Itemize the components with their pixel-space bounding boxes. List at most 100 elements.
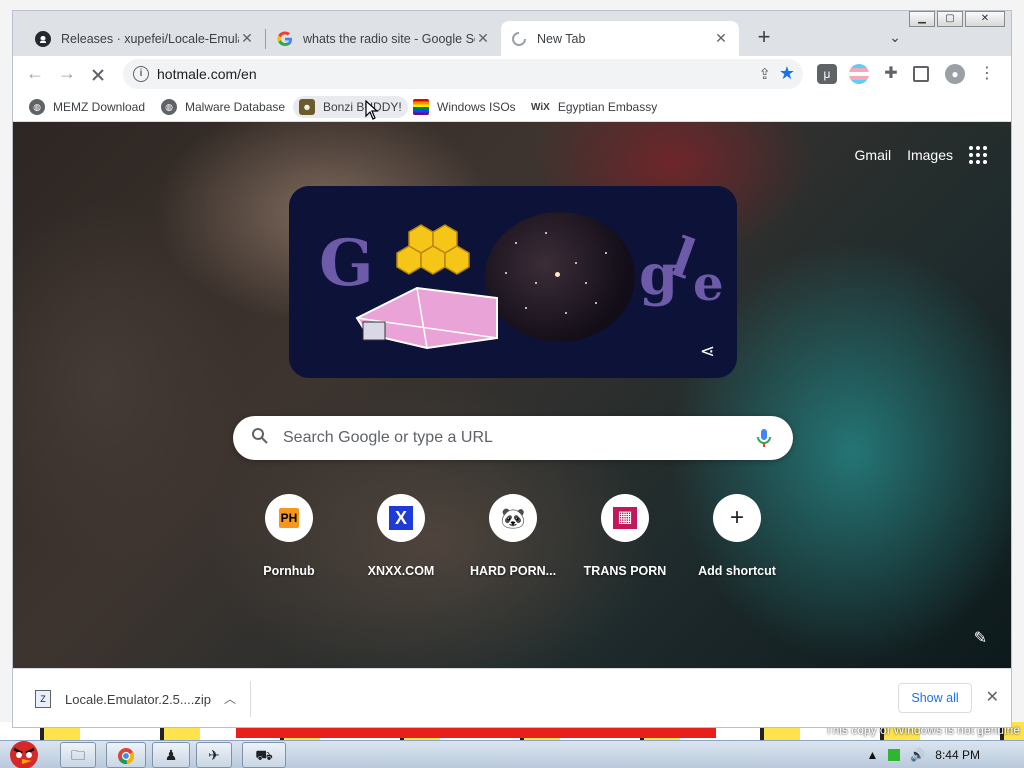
ublock-extension-icon[interactable]: μ (817, 64, 837, 84)
google-icon (277, 31, 292, 46)
shortcut-hard-porn[interactable]: 🐼 HARD PORN... (457, 494, 569, 578)
back-button[interactable]: ← (23, 62, 47, 86)
add-icon: + (713, 494, 761, 542)
taskbar-app-button[interactable]: ⛟ (242, 742, 286, 768)
bookmark-egyptian-embassy[interactable]: WiX Egyptian Embassy (525, 96, 663, 118)
side-panel-icon[interactable] (913, 66, 929, 82)
tray-app-icon[interactable] (888, 749, 901, 761)
close-tab-icon[interactable]: ✕ (713, 30, 729, 47)
zip-file-icon: Z (35, 690, 51, 708)
bookmark-memz-download[interactable]: ◍ MEMZ Download (23, 96, 151, 118)
tab-strip: ▁ ▢ ✕ Releases · xupefei/Locale-Emulat ✕… (13, 11, 1011, 56)
download-item[interactable]: Z Locale.Emulator.2.5....zip ︿ (29, 681, 251, 717)
new-tab-page: Gmail Images G g l e ⋖ Search Google or … (13, 122, 1011, 668)
images-link[interactable]: Images (907, 147, 953, 163)
close-window-button[interactable]: ✕ (965, 11, 1005, 27)
google-apps-icon[interactable] (969, 146, 987, 164)
chrome-window: ▁ ▢ ✕ Releases · xupefei/Locale-Emulat ✕… (12, 10, 1012, 728)
profile-avatar[interactable]: ● (945, 64, 965, 84)
doodle-share-icon[interactable]: ⋖ (700, 341, 715, 362)
show-all-downloads-button[interactable]: Show all (898, 683, 972, 713)
customize-pencil-icon[interactable]: ✎ (974, 628, 987, 648)
taskbar-app-button[interactable]: 🗀 (60, 742, 96, 768)
volume-icon[interactable]: 🔊 (910, 748, 925, 762)
bookmarks-bar: ◍ MEMZ Download ◍ Malware Database ☻ Bonzi … (13, 92, 1011, 122)
microphone-icon[interactable] (755, 428, 773, 448)
gmail-link[interactable]: Gmail (855, 147, 892, 163)
tab-separator (265, 29, 266, 49)
google-doodle[interactable]: G g l e ⋖ (289, 186, 737, 378)
tab-title: whats the radio site - Google Sea (303, 31, 475, 46)
taskbar-app-button[interactable]: ♟ (152, 742, 190, 768)
doodle-letter: e (693, 256, 724, 312)
globe-icon: ◍ (29, 99, 45, 115)
tab-google-search[interactable]: whats the radio site - Google Sea ✕ (267, 21, 501, 56)
bookmark-label: Malware Database (185, 100, 286, 114)
shortcut-label: HARD PORN... (469, 564, 557, 578)
shortcut-tile-icon: X (377, 494, 425, 542)
site-info-icon[interactable]: i (133, 66, 149, 82)
chrome-menu-icon[interactable]: ⋮ (977, 64, 997, 84)
bookmark-bonzi-buddy[interactable]: ☻ Bonzi BUDDY! (293, 96, 408, 118)
close-tab-icon[interactable]: ✕ (475, 30, 491, 47)
maximize-button[interactable]: ▢ (937, 11, 963, 27)
forward-button[interactable]: → (55, 62, 79, 86)
window-controls: ▁ ▢ ✕ (909, 11, 1005, 27)
new-tab-button[interactable]: + (751, 25, 777, 51)
close-shelf-icon[interactable]: ✕ (986, 687, 999, 707)
shortcut-xnxx[interactable]: X XNXX.COM (345, 494, 457, 578)
windows-flag-icon (413, 99, 429, 115)
chevron-up-icon[interactable]: ︿ (224, 690, 236, 707)
bookmark-windows-isos[interactable]: Windows ISOs (407, 96, 522, 118)
tab-title: New Tab (537, 31, 586, 46)
bonzi-icon: ☻ (299, 99, 315, 115)
shortcut-trans-porn[interactable]: ▦ TRANS PORN (569, 494, 681, 578)
chrome-icon (118, 748, 135, 765)
wix-icon: WiX (531, 101, 550, 113)
ntp-header-links: Gmail Images (855, 146, 987, 164)
shortcut-label: TRANS PORN (583, 564, 667, 578)
tab-releases[interactable]: Releases · xupefei/Locale-Emulat ✕ (25, 21, 265, 56)
globe-icon: ◍ (161, 99, 177, 115)
toolbar: ← → i hotmale.com/en ⇪ ★ μ ✚ ● ⋮ (13, 56, 1011, 92)
taskbar-chrome-button[interactable] (106, 742, 146, 768)
shortcut-label: Add shortcut (698, 564, 776, 578)
reload-stop-icon[interactable] (89, 66, 107, 84)
search-input[interactable] (283, 416, 743, 460)
close-tab-icon[interactable]: ✕ (239, 30, 255, 47)
shortcut-pornhub[interactable]: PH Pornhub (233, 494, 345, 578)
bookmark-label: MEMZ Download (53, 100, 146, 114)
shortcut-tile-icon: PH (265, 494, 313, 542)
doodle-sunshield (355, 286, 498, 350)
system-tray: ▲ 🔊 8:44 PM (866, 741, 1024, 768)
download-shelf: Z Locale.Emulator.2.5....zip ︿ Show all … (13, 668, 1011, 727)
ntp-search-box[interactable] (233, 416, 793, 460)
bookmark-star-icon[interactable]: ★ (779, 63, 795, 84)
trans-flag-extension-icon[interactable] (849, 64, 869, 84)
taskbar-app-button[interactable]: ✈ (196, 742, 232, 768)
github-icon (35, 30, 51, 47)
address-url[interactable]: hotmale.com/en (157, 66, 257, 82)
search-icon (252, 428, 268, 444)
tab-title: Releases · xupefei/Locale-Emulat (61, 31, 239, 46)
bookmark-malware-database[interactable]: ◍ Malware Database (155, 96, 291, 118)
tab-search-chevron-icon[interactable]: ⌄ (883, 25, 907, 49)
tab-new-tab[interactable]: New Tab ✕ (501, 21, 739, 56)
tray-expand-icon[interactable]: ▲ (866, 748, 878, 762)
minimize-button[interactable]: ▁ (909, 11, 935, 27)
add-shortcut-button[interactable]: + Add shortcut (681, 494, 793, 578)
bookmark-label: Egyptian Embassy (557, 100, 658, 114)
extensions-puzzle-icon[interactable]: ✚ (881, 64, 901, 84)
loading-spinner-icon (512, 31, 526, 46)
shortcut-tile-icon: ▦ (601, 494, 649, 542)
shortcut-tile-icon: 🐼 (489, 494, 537, 542)
clock[interactable]: 8:44 PM (935, 748, 980, 762)
taskbar: 🗀 ♟ ✈ ⛟ ▲ 🔊 8:44 PM (0, 740, 1024, 768)
shortcut-label: Pornhub (263, 564, 315, 578)
doodle-star-field (485, 212, 635, 342)
address-bar[interactable]: i hotmale.com/en ⇪ ★ (123, 59, 803, 89)
share-icon[interactable]: ⇪ (758, 65, 771, 83)
angry-bird-start-icon[interactable] (2, 735, 50, 768)
shortcut-label: XNXX.COM (367, 564, 435, 578)
bookmark-label: Bonzi BUDDY! (323, 100, 402, 114)
